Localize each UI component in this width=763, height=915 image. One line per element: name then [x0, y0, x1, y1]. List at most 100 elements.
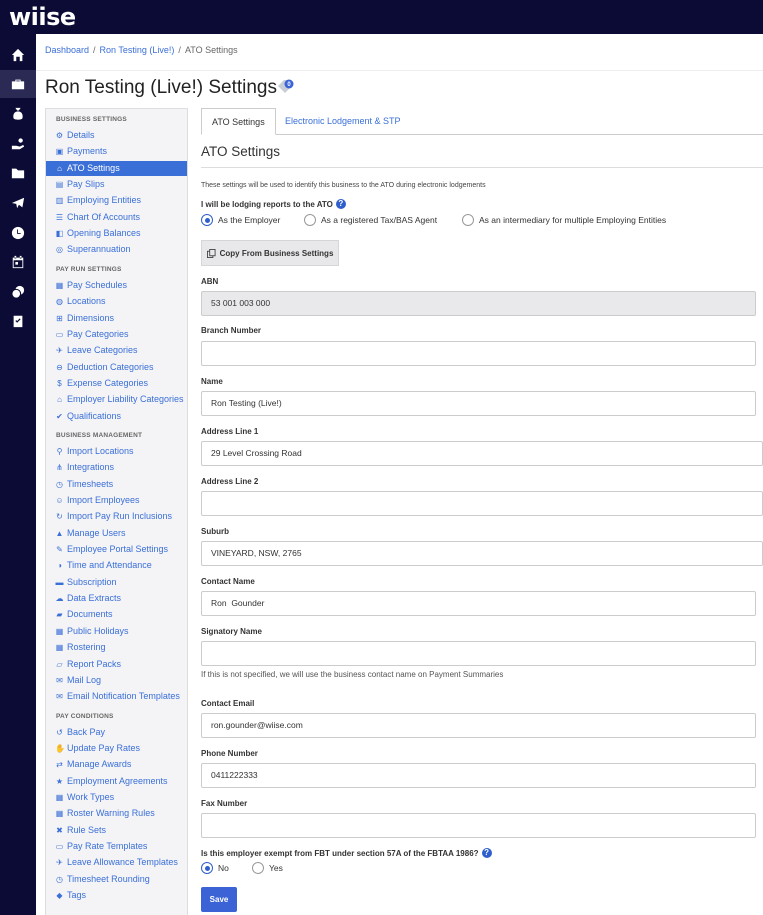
radio-fbt-no[interactable]: No: [201, 862, 229, 874]
clipboard-check-icon[interactable]: [0, 307, 36, 335]
fax-number-label: Fax Number: [201, 799, 248, 808]
tab-ato-settings[interactable]: ATO Settings: [201, 108, 276, 135]
name-field[interactable]: Ron Testing (Live!): [201, 391, 756, 416]
radio-fbt-yes[interactable]: Yes: [252, 862, 283, 874]
sidebar-item-label: Manage Users: [67, 527, 126, 538]
sidebar-item-dimensions[interactable]: ⊞ Dimensions: [46, 311, 187, 326]
sidebar-item-work-types[interactable]: ▦ Work Types: [46, 790, 187, 805]
sidebar-item-data-extracts[interactable]: ☁ Data Extracts: [46, 591, 187, 606]
sidebar-item-timesheet-rounding[interactable]: ◷ Timesheet Rounding: [46, 872, 187, 887]
save-button[interactable]: Save: [201, 887, 237, 912]
sidebar-item-update-pay-rates[interactable]: ✋ Update Pay Rates: [46, 741, 187, 756]
sidebar-item-integrations[interactable]: ⋔ Integrations: [46, 460, 187, 475]
tab-electronic-lodgement[interactable]: Electronic Lodgement & STP: [275, 108, 411, 135]
sidebar-item-report-packs[interactable]: ▱ Report Packs: [46, 657, 187, 672]
sidebar-item-expense-categories[interactable]: $ Expense Categories: [46, 376, 187, 391]
radio-circle[interactable]: [304, 214, 316, 226]
sidebar-item-employment-agreements[interactable]: ★ Employment Agreements: [46, 774, 187, 789]
sidebar-item-details[interactable]: ⚙ Details: [46, 128, 187, 143]
moneybag-icon[interactable]: [0, 100, 36, 128]
sidebar-item-ato-settings[interactable]: ⌂ ATO Settings: [46, 160, 187, 176]
fax-number-field[interactable]: [201, 813, 756, 838]
home-icon[interactable]: [0, 41, 36, 69]
coins-icon[interactable]: [0, 278, 36, 306]
sidebar-item-email-notification-templates[interactable]: ✉ Email Notification Templates: [46, 689, 187, 704]
sidebar-item-qualifications[interactable]: ✔ Qualifications: [46, 409, 187, 424]
page-title: Ron Testing (Live!) Settings: [45, 77, 277, 98]
sidebar-item-deduction-categories[interactable]: ⊖ Deduction Categories: [46, 360, 187, 375]
sidebar-item-label: Work Types: [67, 791, 115, 802]
breadcrumb: Dashboard / Ron Testing (Live!) / ATO Se…: [45, 45, 238, 55]
tag-icon[interactable]: 0: [275, 78, 295, 98]
radio-tax-agent[interactable]: As a registered Tax/BAS Agent: [304, 214, 437, 226]
sidebar-item-label: Timesheet Rounding: [67, 873, 150, 884]
sidebar-item-pay-rate-templates[interactable]: ▭ Pay Rate Templates: [46, 839, 187, 854]
calendar-icon[interactable]: [0, 248, 36, 276]
phone-number-field[interactable]: 0411222333: [201, 763, 756, 788]
sidebar-item-timesheets[interactable]: ◷ Timesheets: [46, 477, 187, 492]
sidebar-item-back-pay[interactable]: ↺ Back Pay: [46, 725, 187, 740]
radio-circle[interactable]: [252, 862, 264, 874]
hand-coins-icon[interactable]: [0, 130, 36, 158]
users-icon: ☺: [55, 496, 64, 505]
help-icon[interactable]: ?: [481, 848, 492, 858]
briefcase-icon[interactable]: [0, 70, 36, 98]
sidebar-item-locations[interactable]: ◍ Locations: [46, 294, 187, 309]
sidebar-item-leave-allowance-templates[interactable]: ✈ Leave Allowance Templates: [46, 855, 187, 870]
radio-intermediary[interactable]: As an intermediary for multiple Employin…: [462, 214, 666, 226]
radio-label: No: [218, 863, 229, 873]
help-icon[interactable]: ?: [335, 199, 346, 209]
sidebar-section-title: PAY CONDITIONS: [56, 712, 114, 720]
branch-number-field[interactable]: [201, 341, 756, 366]
sidebar-item-manage-awards[interactable]: ⇄ Manage Awards: [46, 757, 187, 772]
sidebar-item-pay-slips[interactable]: ▤ Pay Slips: [46, 177, 187, 192]
radio-circle[interactable]: [462, 214, 474, 226]
address-line-1-field[interactable]: 29 Level Crossing Road: [201, 441, 763, 466]
wiise-logo[interactable]: wiise: [9, 3, 76, 31]
sidebar-item-opening-balances[interactable]: ◧ Opening Balances: [46, 226, 187, 241]
sidebar-item-time-and-attendance[interactable]: ◑ Time and Attendance: [46, 558, 187, 573]
signatory-name-field[interactable]: [201, 641, 756, 666]
sidebar-item-manage-users[interactable]: ▲ Manage Users: [46, 526, 187, 541]
sidebar-item-label: Employment Agreements: [67, 775, 168, 786]
breadcrumb-separator: /: [178, 45, 181, 55]
plane-icon[interactable]: [0, 189, 36, 217]
radio-circle[interactable]: [201, 862, 213, 874]
sidebar-item-chart-of-accounts[interactable]: ☰ Chart Of Accounts: [46, 210, 187, 225]
sidebar-item-roster-warning-rules[interactable]: ▦ Roster Warning Rules: [46, 806, 187, 821]
sidebar-item-tags[interactable]: ◆ Tags: [46, 888, 187, 903]
sidebar-item-rule-sets[interactable]: ✖ Rule Sets: [46, 823, 187, 838]
sidebar-item-mail-log[interactable]: ✉ Mail Log: [46, 673, 187, 688]
copy-from-business-button[interactable]: Copy From Business Settings: [201, 240, 339, 266]
sidebar-item-import-locations[interactable]: ⚲ Import Locations: [46, 444, 187, 459]
sidebar-item-superannuation[interactable]: ◎ Superannuation: [46, 242, 187, 257]
sidebar-section-title: BUSINESS MANAGEMENT: [56, 431, 143, 439]
contact-email-field[interactable]: ron.gounder@wiise.com: [201, 713, 756, 738]
sidebar-item-employee-portal-settings[interactable]: ✎ Employee Portal Settings: [46, 542, 187, 557]
sidebar-item-pay-categories[interactable]: ▭ Pay Categories: [46, 327, 187, 342]
sidebar-item-subscription[interactable]: ▬ Subscription: [46, 575, 187, 590]
contact-name-field[interactable]: Ron Gounder: [201, 591, 756, 616]
sidebar-item-documents[interactable]: ▰ Documents: [46, 607, 187, 622]
clock-icon[interactable]: [0, 219, 36, 247]
tag-icon: ◆: [56, 891, 63, 901]
sidebar-item-rostering[interactable]: ▦ Rostering: [46, 640, 187, 655]
settings-tabs: ATO Settings Electronic Lodgement & STP: [201, 108, 763, 135]
sidebar-item-import-pay-run-inclusions[interactable]: ↻ Import Pay Run Inclusions: [46, 509, 187, 524]
radio-as-employer[interactable]: As the Employer: [201, 214, 280, 226]
sidebar-item-import-employees[interactable]: ☺ Import Employees: [46, 493, 187, 508]
sidebar-item-pay-schedules[interactable]: ▦ Pay Schedules: [46, 278, 187, 293]
sidebar-item-public-holidays[interactable]: ▦ Public Holidays: [46, 624, 187, 639]
folder-icon[interactable]: [0, 159, 36, 187]
address-line-2-field[interactable]: [201, 491, 763, 516]
sidebar-item-employing-entities[interactable]: ▥ Employing Entities: [46, 193, 187, 208]
sidebar-item-payments[interactable]: ▣ Payments: [46, 144, 187, 159]
breadcrumb-dashboard[interactable]: Dashboard: [45, 45, 89, 55]
breadcrumb-business[interactable]: Ron Testing (Live!): [100, 45, 175, 55]
suburb-field[interactable]: VINEYARD, NSW, 2765: [201, 541, 763, 566]
sidebar-item-leave-categories[interactable]: ✈ Leave Categories: [46, 343, 187, 358]
sidebar-item-employer-liability-categories[interactable]: ⌂ Employer Liability Categories: [46, 392, 187, 407]
lock-icon: ▲: [55, 528, 64, 538]
address-line-2-label: Address Line 2: [201, 477, 259, 486]
radio-circle[interactable]: [201, 214, 213, 226]
